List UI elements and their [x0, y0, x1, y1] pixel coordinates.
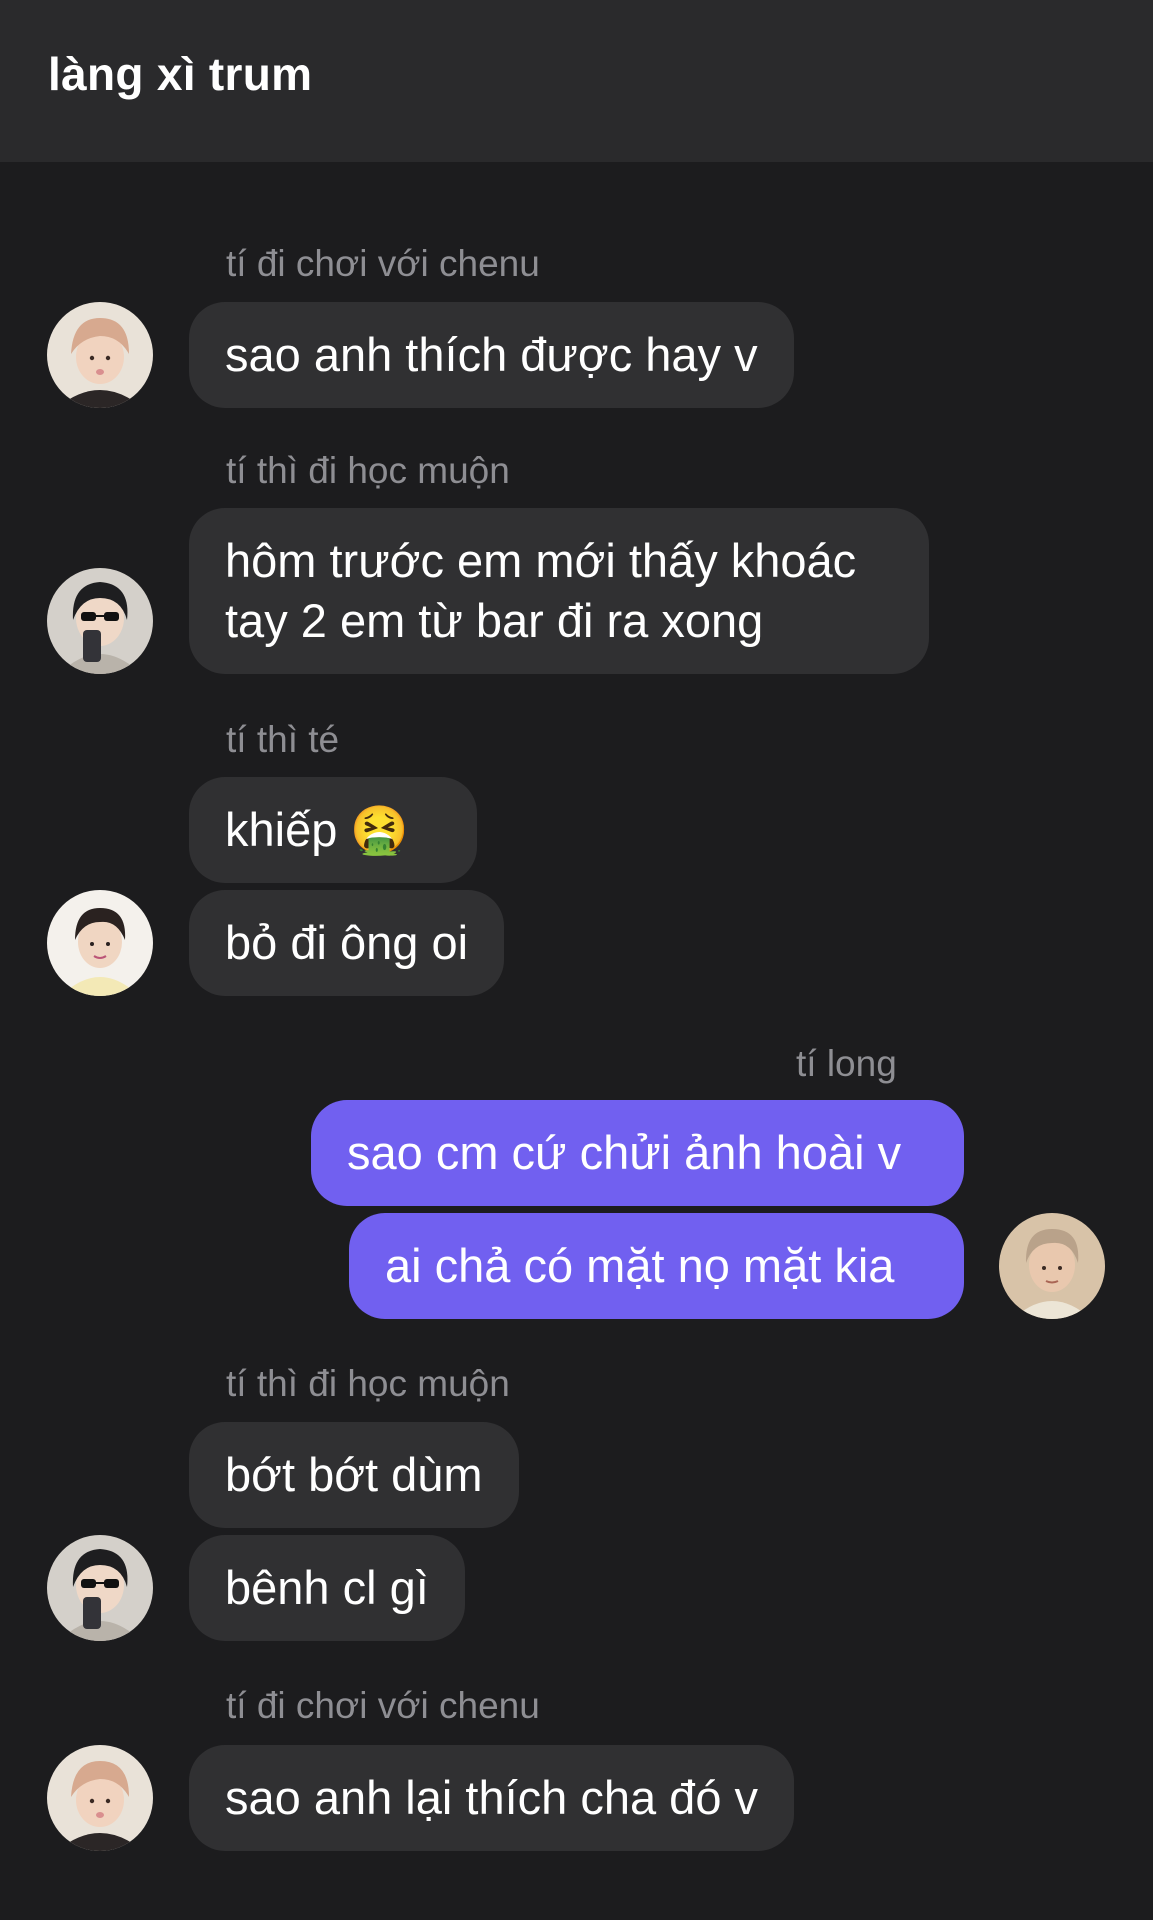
sender-name-self: tí long	[796, 1043, 897, 1084]
avatar-the[interactable]	[47, 890, 153, 996]
avatar-chenu[interactable]	[47, 1745, 153, 1851]
sender-name: tí thì đi học muộn	[226, 1363, 510, 1404]
message-bubble[interactable]: bỏ đi ông oi	[189, 890, 505, 996]
message-bubble[interactable]: hôm trước em mới thấy khoác tay 2 em từ …	[189, 508, 929, 674]
sender-name: tí thì té	[226, 719, 340, 760]
chat-title[interactable]: làng xì trum	[48, 46, 312, 102]
message-bubble[interactable]: sao anh lại thích cha đó v	[189, 1745, 795, 1851]
sender-name: tí đi chơi với chenu	[226, 1685, 540, 1726]
message-bubble[interactable]: bớt bớt dùm	[189, 1422, 519, 1528]
sender-name: tí thì đi học muộn	[226, 450, 510, 491]
chat-header: làng xì trum	[0, 0, 1153, 162]
message-bubble[interactable]: bênh cl gì	[189, 1535, 465, 1641]
avatar-self[interactable]	[999, 1213, 1105, 1319]
outgoing-message-bubble[interactable]: sao cm cứ chửi ảnh hoài v	[311, 1100, 964, 1206]
avatar-hoc-muon[interactable]	[47, 1535, 153, 1641]
message-bubble[interactable]: khiếp 🤮	[189, 777, 477, 883]
avatar-hoc-muon[interactable]	[47, 568, 153, 674]
message-bubble[interactable]: sao anh thích được hay v	[189, 302, 794, 408]
avatar-chenu[interactable]	[47, 302, 153, 408]
sender-name: tí đi chơi với chenu	[226, 243, 540, 284]
outgoing-message-bubble[interactable]: ai chả có mặt nọ mặt kia	[349, 1213, 964, 1319]
